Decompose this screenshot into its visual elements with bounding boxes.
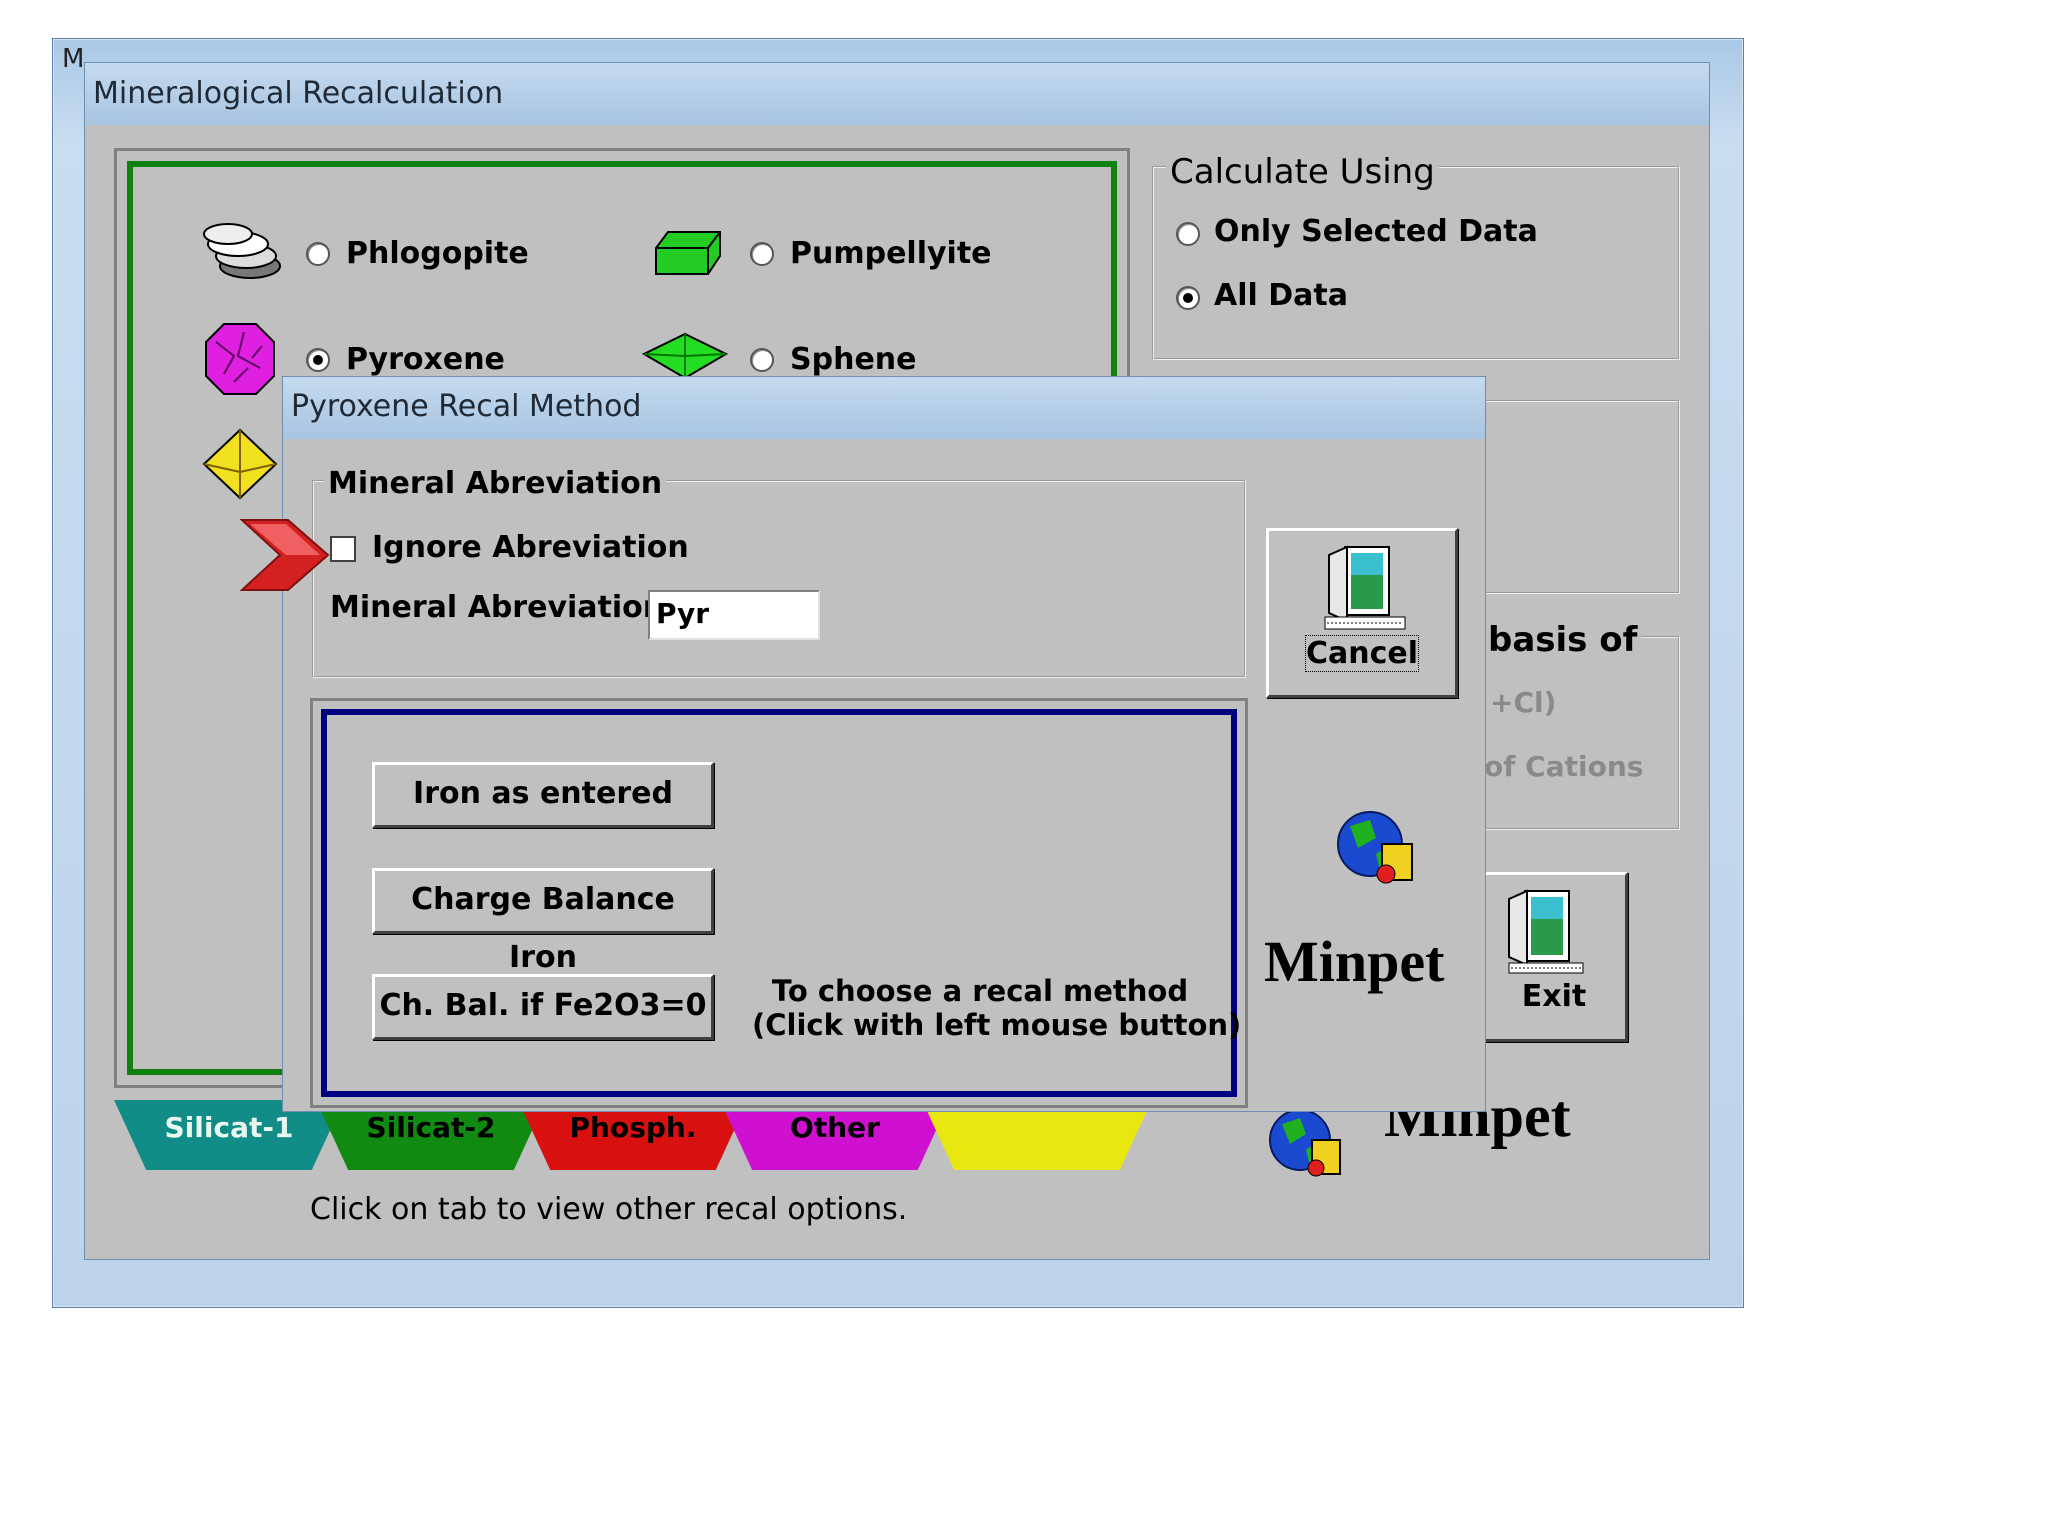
mineral-abreviation-input[interactable]: Pyr xyxy=(648,590,820,640)
basis-group-title: basis of xyxy=(1484,620,1642,660)
pumpellyite-radio[interactable] xyxy=(750,242,774,266)
recal-instructions-line-1: To choose a recal method xyxy=(771,974,1189,1008)
ch-bal-if-fe2o3-zero-button[interactable]: Ch. Bal. if Fe2O3=0 xyxy=(372,974,714,1040)
mineral-abreviation-group xyxy=(312,480,1246,678)
phlogopite-label: Phlogopite xyxy=(346,236,529,271)
pyroxene-dialog-title[interactable]: Pyroxene Recal Method xyxy=(283,377,1485,439)
pyroxene-radio[interactable] xyxy=(306,348,330,372)
all-data-label: All Data xyxy=(1214,278,1348,313)
pyroxene-minpet-logo-text: Minpet xyxy=(1264,929,1445,994)
cancel-button[interactable]: Cancel xyxy=(1266,528,1458,698)
main-dialog-title[interactable]: Mineralogical Recalculation xyxy=(85,63,1709,125)
phlogopite-icon xyxy=(203,223,281,279)
sphene-radio[interactable] xyxy=(750,348,774,372)
sphene-icon xyxy=(641,332,729,380)
red-pointer-arrow-icon xyxy=(240,519,330,591)
pumpellyite-label: Pumpellyite xyxy=(790,236,992,271)
exit-button-label: Exit xyxy=(1521,979,1587,1014)
pyroxene-icon xyxy=(205,323,275,395)
pyroxene-minpet-globe-icon xyxy=(1337,811,1413,884)
basis-option-2-label: of Cations xyxy=(1484,750,1644,783)
recal-instructions-line-2: (Click with left mouse button) xyxy=(752,1008,1242,1042)
exit-door-icon xyxy=(1508,889,1584,974)
tab-hint-text: Click on tab to view other recal options… xyxy=(310,1192,908,1227)
only-selected-data-radio[interactable] xyxy=(1176,222,1200,246)
outer-window-title: M xyxy=(62,44,85,74)
phlogopite-radio[interactable] xyxy=(306,242,330,266)
ignore-abreviation-label: Ignore Abreviation xyxy=(372,530,689,565)
pumpellyite-icon xyxy=(655,231,721,275)
calculate-using-title: Calculate Using xyxy=(1166,152,1439,192)
only-selected-data-label: Only Selected Data xyxy=(1214,214,1538,249)
exit-button[interactable]: Exit xyxy=(1480,872,1628,1042)
charge-balance-iron-button[interactable]: Charge Balance Iron xyxy=(372,868,714,975)
basis-option-1-label: +Cl) xyxy=(1490,686,1557,719)
calculate-using-group xyxy=(1152,166,1680,360)
cancel-door-icon xyxy=(1324,545,1406,630)
all-data-radio[interactable] xyxy=(1176,286,1200,310)
pyroxene-label: Pyroxene xyxy=(346,342,505,377)
minpet-globe-logo-icon xyxy=(1269,1109,1341,1177)
mineral-abreviation-group-title: Mineral Abreviation xyxy=(324,466,667,501)
mineral-abreviation-label: Mineral Abreviation xyxy=(330,590,665,625)
iron-as-entered-button[interactable]: Iron as entered xyxy=(372,762,714,828)
cancel-button-label: Cancel xyxy=(1305,635,1419,672)
ignore-abreviation-checkbox[interactable] xyxy=(330,536,356,562)
sphene-label: Sphene xyxy=(790,342,917,377)
octahedron-mineral-icon xyxy=(202,428,278,500)
